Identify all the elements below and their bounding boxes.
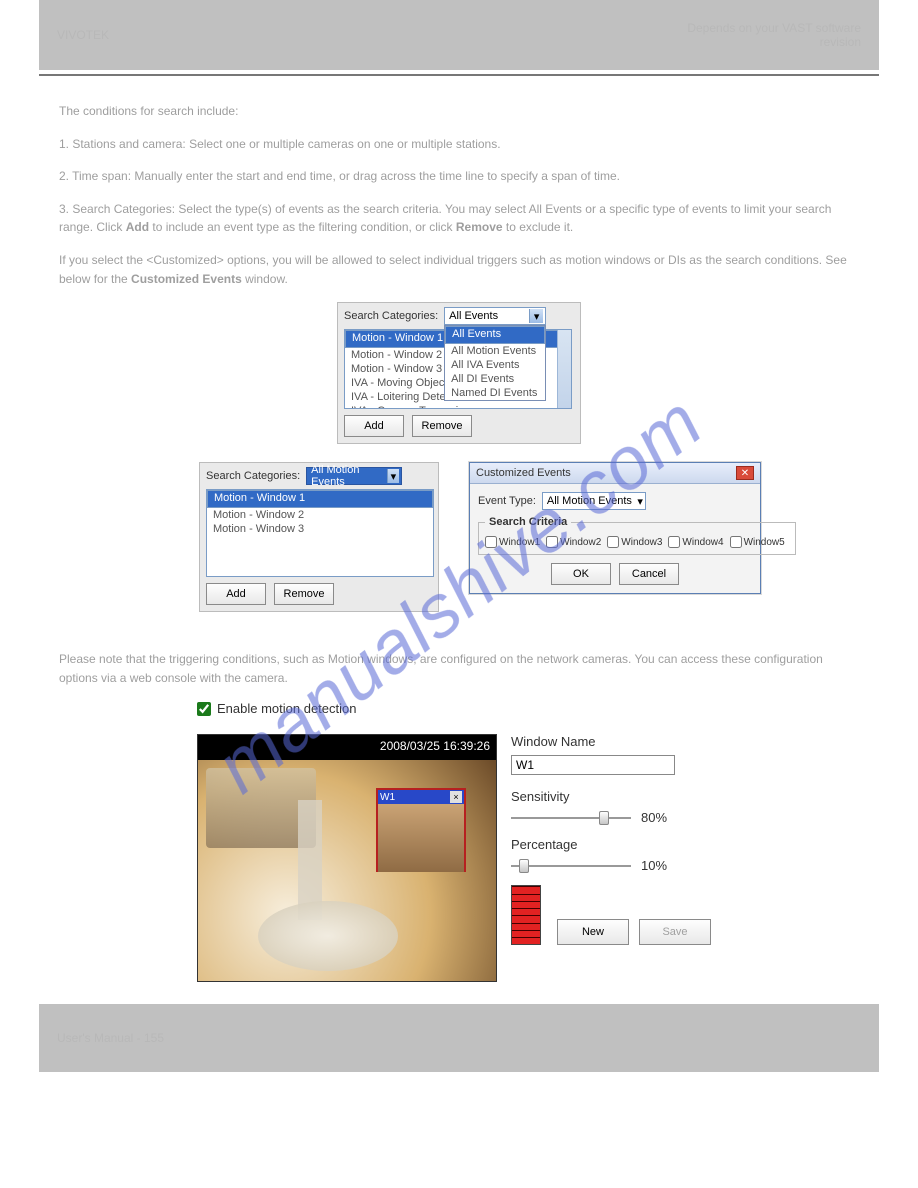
- list-item[interactable]: IVA - Camera Tampering: [345, 404, 571, 409]
- intro-li1: 1. Stations and camera: Select one or mu…: [59, 135, 859, 154]
- dropdown-option[interactable]: All DI Events: [445, 372, 545, 386]
- header-note: Depends on your VAST software revision: [687, 21, 861, 49]
- save-button[interactable]: Save: [639, 919, 711, 945]
- customized-events-dialog: Customized Events ✕ Event Type: All Moti…: [469, 462, 761, 594]
- chevron-down-icon: ▾: [387, 469, 400, 483]
- header-note-line1: Depends on your VAST software: [687, 21, 861, 35]
- sensitivity-value: 80%: [641, 810, 667, 825]
- list-item[interactable]: Motion - Window 2: [207, 508, 433, 522]
- dropdown-option[interactable]: All Motion Events: [445, 344, 545, 358]
- intro-p2: If you select the <Customized> options, …: [59, 251, 859, 288]
- intro-lead: The conditions for search include:: [59, 102, 859, 121]
- enable-motion-label: Enable motion detection: [217, 701, 356, 716]
- window5-checkbox[interactable]: Window5: [730, 536, 785, 548]
- header-note-line2: revision: [687, 35, 861, 49]
- new-button[interactable]: New: [557, 919, 629, 945]
- camera-timestamp: 2008/03/25 16:39:26: [198, 735, 496, 759]
- event-type-select[interactable]: All Motion Events ▾: [542, 492, 646, 510]
- intro-li3: 3. Search Categories: Select the type(s)…: [59, 200, 859, 237]
- chevron-down-icon: ▾: [637, 495, 643, 508]
- search-criteria-legend: Search Criteria: [485, 516, 571, 528]
- event-type-label: Event Type:: [478, 495, 536, 507]
- window-name-input[interactable]: [511, 755, 675, 775]
- window-name-label: Window Name: [511, 734, 711, 749]
- motion-window-title: W1: [380, 792, 395, 803]
- dropdown-option[interactable]: Named DI Events: [445, 386, 545, 400]
- list-item[interactable]: Motion - Window 3: [207, 522, 433, 536]
- search-categories-panel: Search Categories: All Events ▾ All Even…: [337, 302, 581, 444]
- intro-li2: 2. Time span: Manually enter the start a…: [59, 167, 859, 186]
- search-categories-label: Search Categories:: [344, 310, 438, 322]
- search-categories-dropdown[interactable]: All Events All Motion Events All IVA Eve…: [444, 325, 546, 401]
- search-categories-label-2: Search Categories:: [206, 470, 300, 482]
- search-categories-select-2[interactable]: All Motion Events ▾: [306, 467, 402, 485]
- add-button[interactable]: Add: [344, 415, 404, 437]
- scrollbar[interactable]: [557, 330, 571, 408]
- header-bar: VIVOTEK Depends on your VAST software re…: [39, 0, 879, 70]
- sensitivity-label: Sensitivity: [511, 789, 711, 804]
- close-icon[interactable]: ×: [450, 791, 462, 803]
- search-categories-panel-2: Search Categories: All Motion Events ▾ M…: [199, 462, 439, 612]
- add-button-2[interactable]: Add: [206, 583, 266, 605]
- window2-checkbox[interactable]: Window2: [546, 536, 601, 548]
- sensitivity-slider[interactable]: [511, 817, 631, 819]
- percentage-slider[interactable]: [511, 865, 631, 867]
- window3-checkbox[interactable]: Window3: [607, 536, 662, 548]
- cancel-button[interactable]: Cancel: [619, 563, 679, 585]
- remove-button[interactable]: Remove: [412, 415, 472, 437]
- event-listbox-2[interactable]: Motion - Window 1 Motion - Window 2 Moti…: [206, 489, 434, 577]
- config-note: Please note that the triggering conditio…: [59, 650, 859, 687]
- header-divider: [39, 74, 879, 76]
- footer-bar: User's Manual - 155: [39, 1004, 879, 1072]
- dropdown-option[interactable]: All IVA Events: [445, 358, 545, 372]
- ok-button[interactable]: OK: [551, 563, 611, 585]
- camera-preview-frame: 2008/03/25 16:39:26 W1 ×: [197, 734, 497, 982]
- list-item[interactable]: Motion - Window 1: [207, 490, 433, 508]
- chevron-down-icon: ▾: [529, 309, 543, 323]
- window1-checkbox[interactable]: Window1: [485, 536, 540, 548]
- footer-left: User's Manual - 155: [57, 1031, 164, 1045]
- header-brand: VIVOTEK: [57, 28, 109, 42]
- remove-button-2[interactable]: Remove: [274, 583, 334, 605]
- camera-preview[interactable]: W1 ×: [198, 759, 496, 981]
- motion-indicator: [511, 885, 541, 945]
- close-icon[interactable]: ✕: [736, 466, 754, 480]
- motion-window[interactable]: W1 ×: [376, 788, 466, 872]
- search-categories-select[interactable]: All Events ▾: [444, 307, 546, 325]
- percentage-label: Percentage: [511, 837, 711, 852]
- enable-motion-checkbox[interactable]: Enable motion detection: [197, 701, 879, 716]
- percentage-value: 10%: [641, 858, 667, 873]
- dropdown-option[interactable]: All Events: [445, 326, 545, 344]
- dialog-title: Customized Events: [476, 467, 571, 479]
- window4-checkbox[interactable]: Window4: [668, 536, 723, 548]
